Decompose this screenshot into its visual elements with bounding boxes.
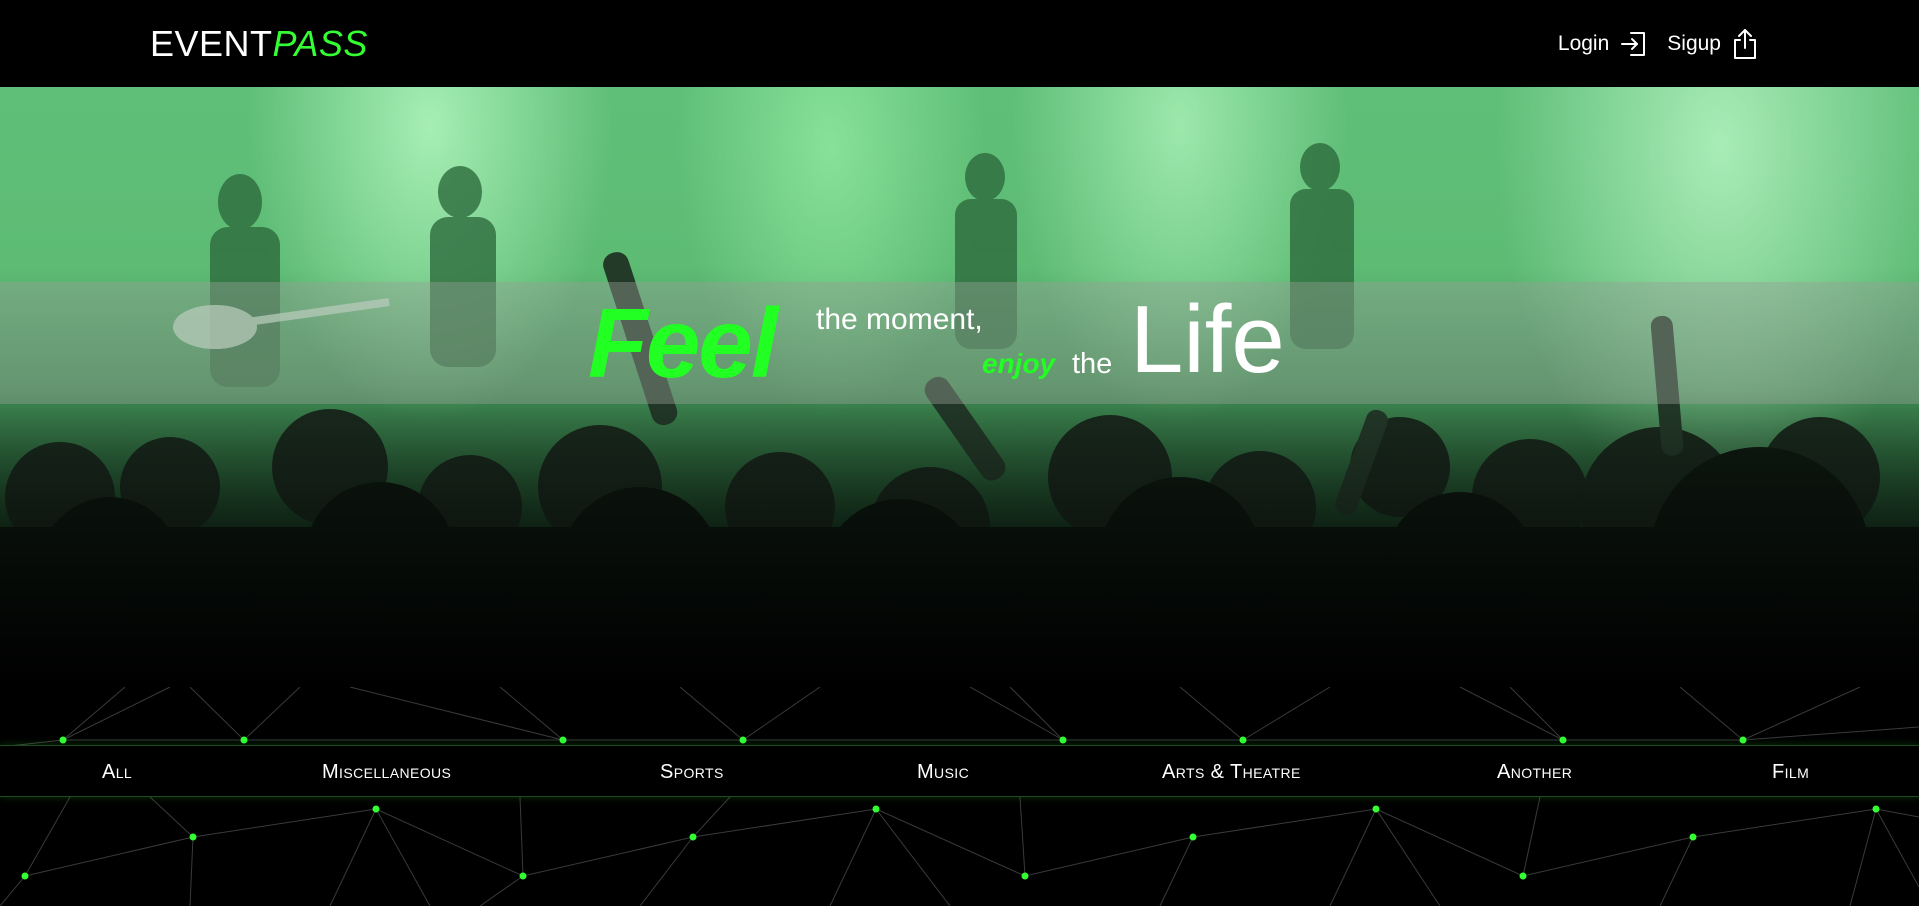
auth-nav: Login Sigup xyxy=(1558,26,1759,62)
slogan-enjoy: enjoy xyxy=(982,348,1056,379)
category-another[interactable]: Another xyxy=(1497,746,1572,798)
hero-banner: Feel the moment, enjoy the Life xyxy=(0,87,1919,687)
slogan-feel: Feel xyxy=(588,288,778,398)
signup-label: Sigup xyxy=(1667,32,1721,55)
category-all[interactable]: All xyxy=(102,746,132,798)
logo-pass-text: PASS xyxy=(272,23,368,64)
category-arts-theatre[interactable]: Arts & Theatre xyxy=(1162,746,1301,798)
login-button[interactable]: Login xyxy=(1558,26,1649,62)
hero-slogan: Feel the moment, enjoy the Life xyxy=(0,282,1919,404)
login-label: Login xyxy=(1557,32,1610,55)
slogan-the-moment: the moment, xyxy=(816,303,983,336)
slogan-life: Life xyxy=(1130,286,1285,393)
category-film[interactable]: Film xyxy=(1772,746,1809,798)
signup-button[interactable]: Sigup xyxy=(1667,26,1759,62)
share-upload-icon xyxy=(1731,28,1759,60)
login-arrow-icon xyxy=(1619,29,1649,59)
brand-logo[interactable]: EVENTPASS xyxy=(150,22,368,66)
category-sports[interactable]: Sports xyxy=(660,746,724,798)
category-miscellaneous[interactable]: Miscellaneous xyxy=(322,746,451,798)
category-music[interactable]: Music xyxy=(917,746,969,798)
category-nav: All Miscellaneous Sports Music Arts & Th… xyxy=(0,745,1919,797)
top-header: EVENTPASS Login Sigup xyxy=(0,0,1919,87)
slogan-the: the xyxy=(1072,348,1113,380)
logo-event-text: EVENT xyxy=(150,23,273,64)
